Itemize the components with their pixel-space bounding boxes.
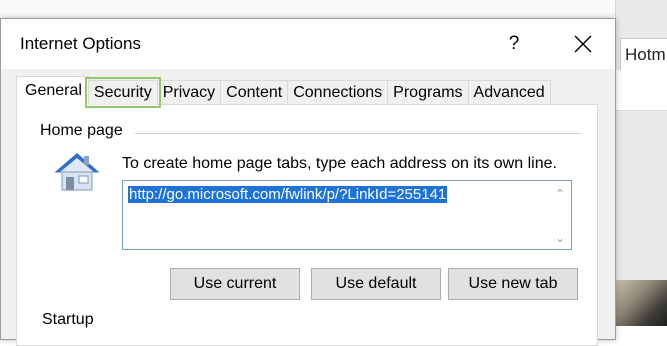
use-default-button[interactable]: Use default bbox=[311, 268, 441, 300]
home-page-group-divider bbox=[135, 133, 581, 134]
background-image bbox=[615, 280, 667, 326]
general-tab-panel: Home page To create home page tabs, type… bbox=[16, 104, 598, 346]
help-button[interactable]: ? bbox=[498, 27, 530, 61]
background-window-strip bbox=[0, 0, 615, 20]
home-page-url-textarea[interactable]: http://go.microsoft.com/fwlink/p/?LinkId… bbox=[122, 180, 572, 250]
use-new-tab-button[interactable]: Use new tab bbox=[448, 268, 578, 300]
use-current-button[interactable]: Use current bbox=[170, 268, 300, 300]
close-icon bbox=[574, 35, 592, 53]
internet-options-dialog: Internet Options ? General Security Priv… bbox=[0, 18, 616, 346]
scroll-down-icon[interactable]: ⌄ bbox=[553, 231, 567, 245]
dialog-client-area: General Security Privacy Content Connect… bbox=[1, 69, 615, 346]
background-browser-toolbar bbox=[615, 70, 667, 111]
tab-programs[interactable]: Programs bbox=[387, 80, 469, 105]
tab-advanced[interactable]: Advanced bbox=[467, 80, 551, 105]
house-icon bbox=[54, 153, 100, 191]
tab-content[interactable]: Content bbox=[220, 80, 289, 105]
home-page-instruction: To create home page tabs, type each addr… bbox=[122, 155, 557, 172]
tab-security[interactable]: Security bbox=[84, 77, 161, 108]
help-icon: ? bbox=[508, 33, 520, 54]
close-button[interactable] bbox=[561, 27, 605, 61]
tab-strip: General Security Privacy Content Connect… bbox=[16, 76, 551, 108]
home-page-url-selected-text[interactable]: http://go.microsoft.com/fwlink/p/?LinkId… bbox=[128, 186, 448, 203]
tab-connections[interactable]: Connections bbox=[287, 80, 389, 105]
home-page-group-label: Home page bbox=[40, 122, 129, 140]
tab-general[interactable]: General bbox=[16, 76, 89, 105]
dialog-title: Internet Options bbox=[20, 34, 141, 53]
startup-group-label: Startup bbox=[42, 311, 94, 328]
scroll-up-icon[interactable]: ⌃ bbox=[553, 187, 567, 201]
background-browser-tab[interactable]: Hotm bbox=[620, 38, 667, 72]
tab-privacy[interactable]: Privacy bbox=[156, 80, 222, 105]
title-bar[interactable]: Internet Options ? bbox=[1, 19, 615, 69]
